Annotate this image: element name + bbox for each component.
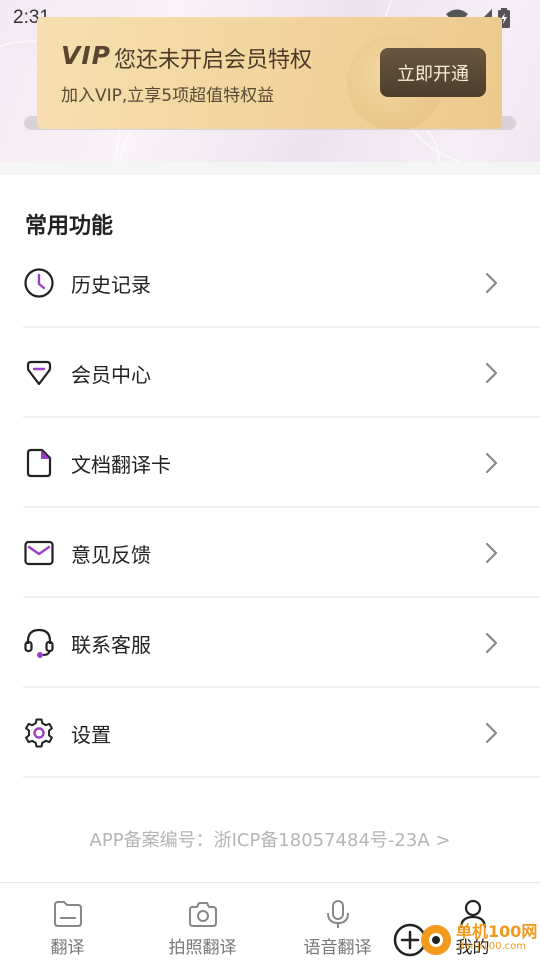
menu-item-document-card[interactable]: 文档翻译卡: [0, 418, 540, 508]
chevron-right-icon: [485, 632, 498, 654]
menu-item-label: 文档翻译卡: [71, 452, 171, 477]
icp-record-link[interactable]: APP备案编号：浙ICP备18057484号-23A >: [0, 826, 540, 852]
clock-icon: [23, 267, 55, 299]
camera-icon: [188, 902, 217, 927]
watermark-logo-icon: [393, 923, 451, 957]
chevron-right-icon: [485, 542, 498, 564]
menu-item-label: 意见反馈: [71, 542, 151, 567]
tab-label: 拍照翻译: [168, 938, 237, 958]
watermark-url: danji100.com: [458, 941, 526, 952]
microphone-icon: [326, 900, 349, 928]
tab-voice-translate[interactable]: 语音翻译: [270, 883, 405, 960]
chevron-right-icon: [485, 452, 498, 474]
menu-item-customer-service[interactable]: 联系客服: [0, 598, 540, 688]
activate-vip-button[interactable]: 立即开通: [380, 48, 486, 97]
vip-logo: VIP: [61, 41, 111, 70]
chevron-right-icon: [485, 722, 498, 744]
folder-icon: [53, 901, 82, 927]
tab-label: 语音翻译: [303, 938, 372, 958]
vip-subtitle: 加入VIP,立享5项超值特权益: [61, 86, 275, 106]
envelope-icon: [23, 537, 55, 569]
vip-title: 您还未开启会员特权: [114, 48, 313, 73]
menu-item-settings[interactable]: 设置: [0, 688, 540, 778]
section-title: 常用功能: [25, 214, 114, 239]
diamond-icon: [23, 357, 55, 389]
headset-icon: [23, 627, 55, 659]
menu-item-feedback[interactable]: 意见反馈: [0, 508, 540, 598]
document-icon: [23, 447, 55, 479]
menu-item-member-center[interactable]: 会员中心: [0, 328, 540, 418]
section-divider: [0, 162, 540, 175]
tab-photo-translate[interactable]: 拍照翻译: [135, 883, 270, 960]
tab-label: 翻译: [50, 938, 85, 958]
watermark-text: 单机100网: [456, 922, 538, 941]
chevron-right-icon: [485, 362, 498, 384]
vip-banner[interactable]: VIP 您还未开启会员特权 加入VIP,立享5项超值特权益 立即开通: [37, 17, 502, 129]
feature-menu: 历史记录 会员中心 文档翻译卡 意见反馈 联系客服 设置: [0, 238, 540, 778]
tab-translate[interactable]: 翻译: [0, 883, 135, 960]
menu-item-label: 历史记录: [71, 272, 151, 297]
menu-item-label: 设置: [71, 722, 111, 747]
site-watermark: 单机100网 danji100.com: [392, 914, 540, 960]
menu-item-label: 联系客服: [71, 632, 151, 657]
menu-item-history[interactable]: 历史记录: [0, 238, 540, 328]
gear-icon: [23, 717, 55, 749]
chevron-right-icon: [485, 272, 498, 294]
menu-item-label: 会员中心: [71, 362, 151, 387]
